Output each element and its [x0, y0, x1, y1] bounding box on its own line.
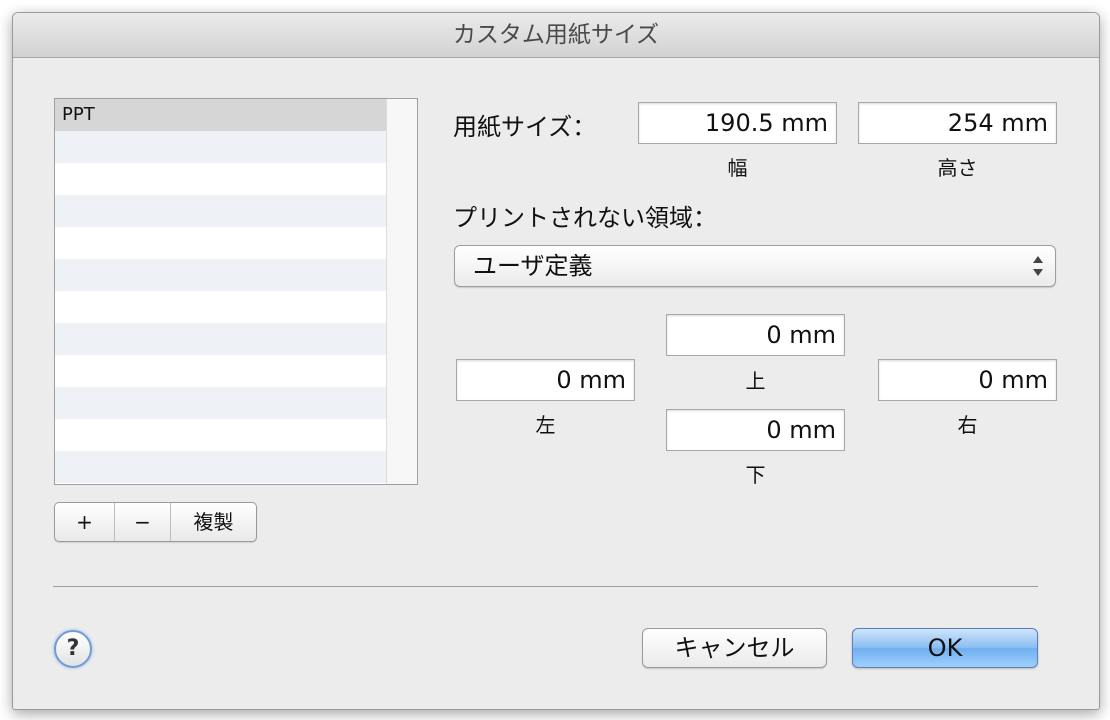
list-item[interactable]: PPT	[55, 99, 386, 131]
right-margin-label: 右	[957, 413, 978, 437]
list-item[interactable]	[55, 291, 386, 323]
updown-arrows-icon	[1033, 256, 1043, 276]
top-margin-field[interactable]: 0 mm	[666, 314, 845, 356]
height-field[interactable]: 254 mm	[858, 102, 1057, 144]
paper-size-list[interactable]: PPT	[54, 98, 418, 485]
left-margin-label: 左	[535, 413, 556, 437]
list-scrollbar[interactable]	[386, 99, 417, 484]
list-item[interactable]	[55, 259, 386, 291]
list-item[interactable]	[55, 451, 386, 483]
cancel-button[interactable]: キャンセル	[642, 628, 827, 668]
right-margin-field[interactable]: 0 mm	[878, 359, 1057, 401]
list-item[interactable]	[55, 227, 386, 259]
remove-button[interactable]: −	[115, 503, 171, 541]
non-printable-area-popup[interactable]: ユーザ定義	[454, 245, 1056, 287]
left-margin-field[interactable]: 0 mm	[456, 359, 635, 401]
list-item[interactable]	[55, 131, 386, 163]
list-item[interactable]	[55, 355, 386, 387]
width-field[interactable]: 190.5 mm	[638, 102, 837, 144]
help-button[interactable]: ?	[54, 630, 92, 668]
top-margin-label: 上	[745, 369, 766, 393]
window-title: カスタム用紙サイズ	[13, 13, 1099, 58]
width-label: 幅	[727, 156, 748, 180]
list-item[interactable]	[55, 387, 386, 419]
add-button[interactable]: +	[55, 503, 115, 541]
divider	[53, 586, 1038, 587]
non-printable-area-label: プリントされない領域：	[453, 204, 717, 232]
paper-size-list-rows: PPT	[55, 99, 386, 484]
duplicate-button[interactable]: 複製	[171, 503, 256, 541]
bottom-margin-label: 下	[745, 463, 766, 487]
list-item[interactable]	[55, 323, 386, 355]
ok-button[interactable]: OK	[852, 628, 1038, 668]
bottom-margin-field[interactable]: 0 mm	[666, 409, 845, 451]
list-controls: + − 複製	[54, 502, 257, 542]
custom-paper-size-dialog: カスタム用紙サイズ PPT + − 複製 用紙サイズ： 190.5 mm 幅 2…	[12, 12, 1100, 710]
popup-selected-value: ユーザ定義	[473, 252, 593, 280]
list-item[interactable]	[55, 163, 386, 195]
list-item[interactable]	[55, 419, 386, 451]
list-item[interactable]	[55, 195, 386, 227]
height-label: 高さ	[937, 156, 978, 180]
paper-size-label: 用紙サイズ：	[453, 113, 597, 141]
